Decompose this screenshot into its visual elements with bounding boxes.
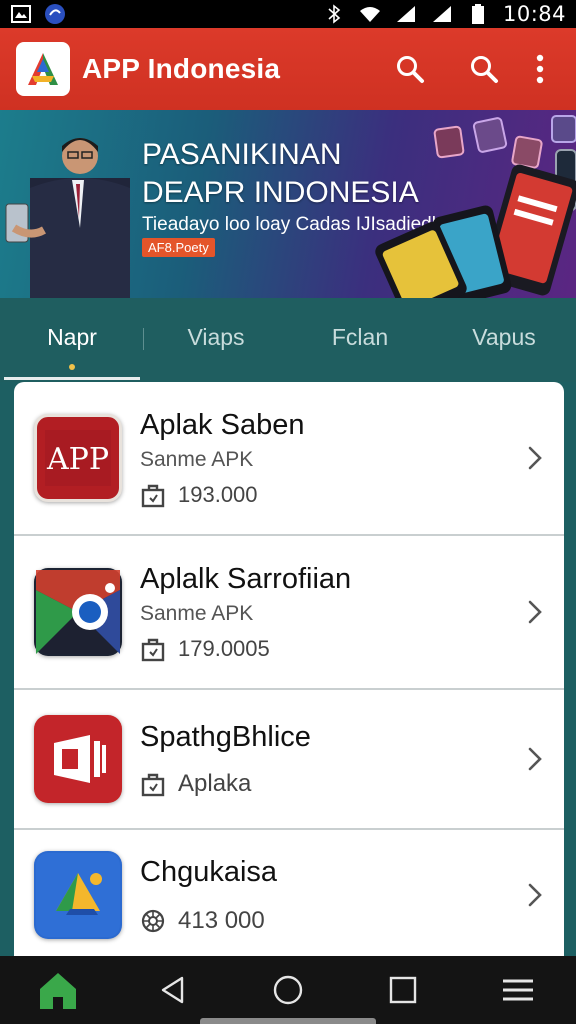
category-tabs: Napr Viaps Fclan Vapus (0, 298, 576, 382)
app-name: Chgukaisa (140, 855, 278, 888)
status-time: 10:84 (502, 2, 566, 26)
app-name: SpathgBhlice (140, 720, 311, 753)
app-icon (34, 851, 122, 939)
status-bar: 10:84 (0, 0, 576, 28)
app-icon-text: APP (46, 442, 109, 477)
signal-2-icon (431, 4, 453, 24)
download-count: 413 000 (178, 906, 265, 934)
more-options-icon[interactable] (520, 43, 560, 95)
presenter-image (5, 138, 130, 298)
app-type: Sanme APK (140, 601, 254, 625)
tab-vapus[interactable]: Vapus (432, 298, 576, 382)
tab-label: Vapus (472, 324, 536, 350)
back-icon[interactable] (143, 960, 203, 1020)
app-name: Aplak Saben (140, 408, 305, 441)
active-dot-icon (69, 364, 75, 370)
promo-banner[interactable]: PASANIKINAN DEAPR INDONESIA Tieadayo loo… (0, 110, 576, 298)
app-name: Aplalk Sarrofiian (140, 562, 352, 595)
tab-label: Viaps (187, 324, 245, 350)
chevron-right-icon[interactable] (520, 744, 550, 774)
recents-icon[interactable] (373, 960, 433, 1020)
app-icon (34, 568, 122, 656)
settings-cog-icon (140, 908, 166, 934)
chevron-right-icon[interactable] (520, 443, 550, 473)
bluetooth-icon (323, 4, 345, 24)
banner-cta-badge[interactable]: AF8.Poety (142, 238, 215, 257)
app-list: APP Aplak Saben Sanme APK 193.000 Aplalk… (14, 382, 564, 960)
navigation-bar (0, 956, 576, 1024)
chevron-right-icon[interactable] (520, 880, 550, 910)
list-item[interactable]: APP Aplak Saben Sanme APK 193.000 (14, 382, 564, 536)
shopping-bag-icon (140, 482, 166, 508)
download-count: 179.0005 (178, 635, 270, 661)
tab-fclan[interactable]: Fclan (288, 298, 432, 382)
tab-label: Napr (47, 324, 97, 350)
gallery-notification-icon (10, 4, 32, 24)
shopping-bag-icon (140, 771, 166, 797)
app-title: APP Indonesia (82, 53, 281, 84)
list-item[interactable]: Chgukaisa 413 000 (14, 830, 564, 960)
app-bar: APP Indonesia (0, 28, 576, 110)
list-item[interactable]: Aplalk Sarrofiian Sanme APK 179.0005 (14, 536, 564, 690)
tab-napr[interactable]: Napr (0, 298, 144, 382)
gesture-pill[interactable] (200, 1018, 376, 1024)
search-2-icon[interactable] (458, 43, 510, 95)
app-type: Sanme APK (140, 447, 254, 471)
signal-icon (395, 4, 417, 24)
app-icon (34, 715, 122, 803)
menu-icon[interactable] (488, 960, 548, 1020)
home-circle-icon[interactable] (258, 960, 318, 1020)
app-icon: APP (34, 414, 122, 502)
phones-illustration (375, 115, 576, 298)
tab-label: Fclan (331, 324, 389, 350)
app-notification-icon (44, 4, 66, 24)
home-icon[interactable] (28, 960, 88, 1020)
app-logo-icon (16, 42, 70, 96)
list-item[interactable]: SpathgBhlice Aplaka (14, 690, 564, 830)
chevron-right-icon[interactable] (520, 597, 550, 627)
search-icon[interactable] (384, 43, 436, 95)
app-category: Aplaka (178, 769, 252, 797)
battery-icon (467, 4, 489, 24)
tab-viaps[interactable]: Viaps (144, 298, 288, 382)
download-count: 193.000 (178, 481, 258, 507)
wifi-icon (359, 4, 381, 24)
shopping-bag-icon (140, 636, 166, 662)
